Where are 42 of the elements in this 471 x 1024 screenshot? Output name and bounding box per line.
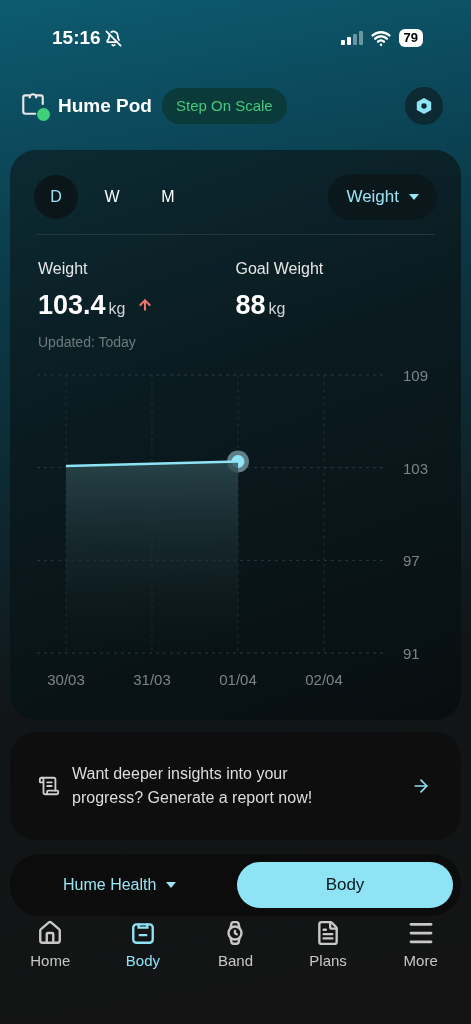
y-tick-label: 97 (403, 551, 420, 569)
report-icon (38, 775, 60, 797)
caret-icon (166, 882, 177, 888)
nav-tab[interactable]: More (380, 918, 461, 973)
device-name: Hume Pod (58, 93, 152, 118)
stat-unit: kg (268, 299, 286, 319)
insight-card[interactable]: Want deeper insights into your progress? Generate a report now! (10, 732, 461, 840)
metric-dropdown[interactable]: Weight (328, 174, 437, 220)
wifi-icon (370, 28, 391, 48)
caret-icon (409, 194, 419, 200)
nav-tab[interactable]: Home (10, 918, 91, 973)
brand-dropdown[interactable]: Hume Health (63, 873, 177, 897)
x-tick-label: 31/03 (133, 670, 171, 688)
settings-button[interactable] (405, 87, 443, 125)
bell-off-icon (104, 29, 122, 47)
stat-label: Goal Weight (235, 259, 324, 279)
body-button[interactable]: Body (237, 862, 453, 908)
y-tick-label: 109 (403, 366, 429, 384)
stat-unit: kg (108, 299, 126, 319)
nav-tab[interactable]: Plans (288, 918, 369, 973)
nav-tab[interactable]: Band (195, 918, 276, 973)
battery-indicator: 79 (398, 29, 423, 47)
x-tick-label: 01/04 (219, 670, 257, 688)
status-time: 15:16 (52, 25, 101, 50)
scale-icon (129, 920, 156, 946)
insight-text: Want deeper insights into your progress? Generate a report now! (72, 764, 314, 808)
status-badge: Step On Scale (161, 87, 287, 125)
updated-text: Updated: Today (38, 332, 136, 352)
stat-value: 88 (235, 289, 266, 322)
nav-tab[interactable]: Body (102, 918, 183, 973)
period-tab[interactable]: D (34, 175, 78, 219)
house-icon (37, 920, 64, 946)
stat-value: 103.4 (38, 289, 106, 322)
y-tick-label: 91 (403, 644, 420, 662)
signal-icon (340, 31, 363, 45)
x-tick-label: 30/03 (47, 670, 85, 688)
stat-label: Weight (38, 259, 88, 279)
y-tick-label: 103 (403, 459, 429, 477)
period-tab[interactable]: W (90, 175, 134, 219)
x-tick-label: 02/04 (305, 670, 343, 688)
settings-icon (415, 97, 433, 115)
period-tab[interactable]: M (146, 175, 190, 219)
